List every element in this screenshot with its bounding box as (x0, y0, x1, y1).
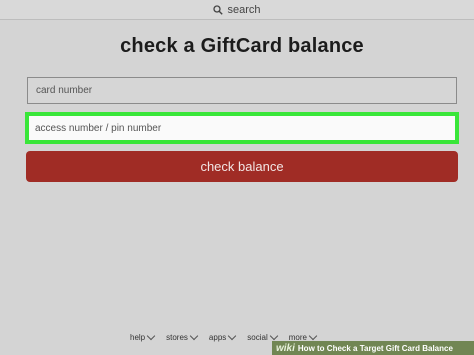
footer-nav-stores[interactable]: stores (166, 331, 199, 342)
footer-nav-help[interactable]: help (130, 331, 156, 342)
chevron-down-icon (189, 331, 199, 341)
footer-nav-label: social (247, 333, 268, 342)
chevron-down-icon (228, 331, 237, 341)
check-balance-button[interactable]: check balance (26, 151, 458, 182)
search-link[interactable]: search (213, 3, 261, 16)
search-label: search (227, 3, 261, 16)
search-icon (213, 4, 224, 15)
chevron-down-icon (308, 331, 318, 341)
page-title: check a GiftCard balance (120, 35, 364, 57)
watermark-title: How to Check a Target Gift Card Balance (297, 343, 453, 353)
chevron-down-icon (146, 331, 156, 341)
watermark-brand: wiki (276, 342, 295, 354)
card-number-placeholder: card number (36, 85, 93, 96)
pin-number-input[interactable]: access number / pin number (25, 112, 459, 144)
pin-number-placeholder: access number / pin number (35, 122, 162, 134)
watermark-banner: wiki How to Check a Target Gift Card Bal… (272, 341, 474, 355)
footer-nav-label: stores (166, 333, 188, 342)
footer-nav-label: apps (208, 333, 227, 342)
chevron-down-icon (269, 331, 278, 341)
card-number-input[interactable]: card number (27, 77, 457, 104)
top-bar: search (0, 0, 474, 20)
footer-nav-label: help (130, 333, 146, 342)
footer-nav-apps[interactable]: apps (208, 331, 237, 342)
